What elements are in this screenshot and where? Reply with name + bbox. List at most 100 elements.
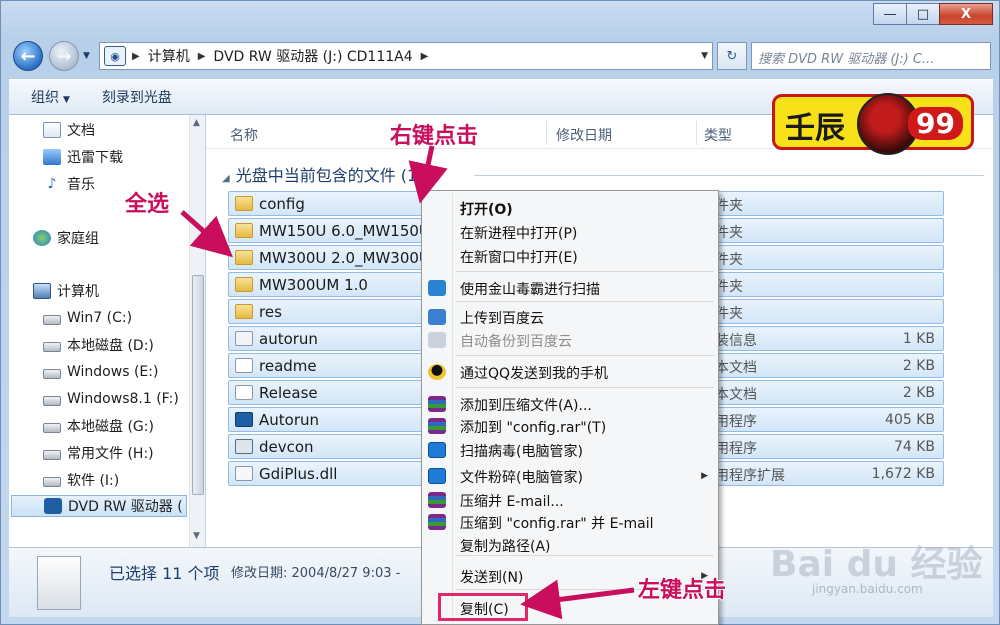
file-name: res: [259, 303, 282, 321]
menu-item[interactable]: 在新进程中打开(P): [460, 223, 577, 243]
sidebar-item-label: 音乐: [67, 177, 95, 193]
sidebar-item-drive-d[interactable]: 本地磁盘 (D:): [43, 334, 154, 356]
shield-icon: [428, 442, 446, 458]
sidebar-item-music[interactable]: ♪ 音乐: [43, 173, 95, 195]
rar-icon: [428, 418, 446, 434]
file-size: 2 KB: [902, 358, 935, 374]
chevron-right-icon[interactable]: ▶: [421, 51, 429, 62]
menu-item[interactable]: 文件粉碎(电脑管家): [460, 467, 583, 487]
sidebar-item-drive-c[interactable]: Win7 (C:): [43, 307, 132, 329]
file-type: 装信息: [715, 333, 757, 349]
sidebar-item-documents[interactable]: 文档: [43, 119, 95, 141]
gear-icon: [235, 331, 253, 346]
column-divider[interactable]: [696, 121, 697, 145]
breadcrumb-dvd-drive[interactable]: DVD RW 驱动器 (J:) CD111A4: [213, 46, 412, 66]
address-dropdown-icon[interactable]: ▼: [701, 51, 708, 61]
forward-button[interactable]: →: [49, 41, 79, 71]
sidebar-item-homegroup[interactable]: 家庭组: [33, 227, 99, 249]
baidu-icon: [428, 309, 446, 325]
file-size: 2 KB: [902, 385, 935, 401]
organize-label: 组织: [31, 90, 59, 106]
folder-icon: [235, 223, 253, 238]
chevron-right-icon[interactable]: ▶: [198, 51, 206, 62]
history-dropdown-icon[interactable]: ▼: [83, 51, 90, 61]
menu-item[interactable]: 扫描病毒(电脑管家): [460, 441, 583, 461]
file-type: 本文档: [715, 387, 757, 403]
sidebar-scrollbar[interactable]: ▲ ▼: [189, 115, 205, 547]
menu-item[interactable]: 在新窗口中打开(E): [460, 247, 578, 267]
selection-count: 已选择 11 个项: [109, 564, 220, 583]
file-type: 用程序扩展: [715, 468, 785, 484]
sidebar-item-drive-h[interactable]: 常用文件 (H:): [43, 442, 154, 464]
scroll-up-icon[interactable]: ▲: [193, 118, 200, 128]
sidebar-item-computer[interactable]: 计算机: [33, 280, 99, 302]
menu-item[interactable]: 使用金山毒霸进行扫描: [460, 279, 600, 299]
menu-item[interactable]: 压缩到 "config.rar" 并 E-mail: [460, 513, 654, 533]
column-divider[interactable]: [546, 121, 547, 145]
group-divider: [474, 175, 984, 176]
file-type: 件夹: [715, 306, 743, 322]
computer-icon: [33, 283, 51, 299]
sidebar-item-label: 软件 (I:): [67, 473, 120, 489]
close-button[interactable]: X: [939, 3, 993, 25]
modified-date: 修改日期: 2004/8/27 9:03 -: [231, 566, 401, 581]
sidebar-item-xunlei-downloads[interactable]: 迅雷下载: [43, 146, 123, 168]
badge-left-text: 壬辰: [785, 111, 845, 146]
menu-item[interactable]: 通过QQ发送到我的手机: [460, 363, 608, 383]
annotation-right-click: 右键点击: [390, 123, 479, 149]
menu-separator: [456, 355, 714, 356]
folder-icon: [235, 277, 253, 292]
menu-item[interactable]: 发送到(N): [460, 567, 523, 587]
sidebar-item-label: Win7 (C:): [67, 310, 133, 326]
sidebar-item-label: 家庭组: [57, 231, 99, 247]
file-size: 1,672 KB: [871, 466, 935, 482]
menu-item[interactable]: 压缩并 E-mail...: [460, 491, 564, 511]
sidebar-item-drive-g[interactable]: 本地磁盘 (G:): [43, 415, 154, 437]
group-header[interactable]: ◢ 光盘中当前包含的文件 (11): [222, 162, 434, 186]
rar-icon: [428, 396, 446, 412]
group-label: 光盘中当前包含的文件 (11): [235, 166, 434, 185]
qq-icon: [428, 364, 446, 380]
file-type: 用程序: [715, 441, 757, 457]
menu-item[interactable]: 上传到百度云: [460, 308, 544, 328]
caption-buttons: — □ X: [873, 3, 993, 25]
sidebar-item-label: 本地磁盘 (D:): [67, 338, 154, 354]
navigation-pane: 文档 迅雷下载 ♪ 音乐 家庭组 计算机 Win7 (C:) 本地磁盘 (D:) …: [9, 115, 205, 547]
menu-item[interactable]: 添加到 "config.rar"(T): [460, 417, 606, 437]
chevron-right-icon[interactable]: ▶: [132, 51, 140, 62]
file-name: readme: [259, 357, 317, 375]
burn-to-disc-button[interactable]: 刻录到光盘: [102, 87, 172, 107]
refresh-button[interactable]: ↻: [717, 42, 747, 70]
column-type[interactable]: 类型: [704, 125, 732, 145]
menu-item: 自动备份到百度云: [460, 334, 572, 350]
navigation-bar: ← → ▼ ◉ ▶ 计算机 ▶ DVD RW 驱动器 (J:) CD111A4 …: [9, 37, 993, 75]
menu-item[interactable]: 添加到压缩文件(A)...: [460, 395, 592, 415]
menu-item[interactable]: 打开(O): [460, 199, 513, 219]
column-name[interactable]: 名称: [230, 125, 258, 145]
baidu-watermark-url: jingyan.baidu.com: [812, 582, 923, 596]
scroll-down-icon[interactable]: ▼: [193, 531, 200, 541]
maximize-button[interactable]: □: [906, 3, 940, 25]
collapse-triangle-icon[interactable]: ◢: [222, 173, 230, 184]
search-input[interactable]: 搜索 DVD RW 驱动器 (J:) C...: [751, 42, 991, 70]
scrollbar-thumb[interactable]: [192, 275, 204, 495]
file-type: 本文档: [715, 360, 757, 376]
organize-button[interactable]: 组织 ▼: [31, 87, 70, 107]
sidebar-item-drive-f[interactable]: Windows8.1 (F:): [43, 388, 179, 410]
sidebar-item-label: 迅雷下载: [67, 150, 123, 166]
menu-item[interactable]: 复制为路径(A): [460, 536, 551, 556]
file-name: autorun: [259, 330, 318, 348]
sidebar-item-dvd-drive[interactable]: DVD RW 驱动器 (: [11, 495, 187, 517]
address-bar[interactable]: ◉ ▶ 计算机 ▶ DVD RW 驱动器 (J:) CD111A4 ▶ ▼: [99, 42, 713, 70]
exe-icon: [235, 439, 253, 454]
back-button[interactable]: ←: [13, 41, 43, 71]
download-icon: [43, 149, 61, 165]
minimize-button[interactable]: —: [873, 3, 907, 25]
sidebar-item-drive-e[interactable]: Windows (E:): [43, 361, 158, 383]
rar-icon: [428, 514, 446, 530]
breadcrumb-computer[interactable]: 计算机: [148, 46, 190, 66]
folder-icon: [235, 196, 253, 211]
music-icon: ♪: [47, 176, 57, 192]
column-modified[interactable]: 修改日期: [556, 125, 612, 145]
sidebar-item-drive-i[interactable]: 软件 (I:): [43, 469, 119, 491]
